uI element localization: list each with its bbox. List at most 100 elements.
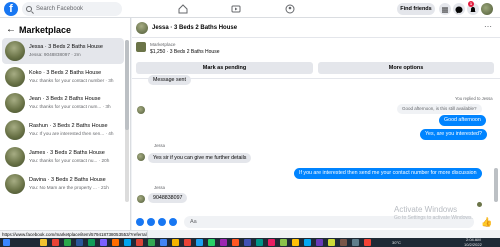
menu-icon[interactable] [439, 3, 451, 15]
sidebar-scrollbar-thumb[interactable] [125, 40, 129, 130]
thread-preview: You: thanks for your contact number · 3h [29, 78, 114, 83]
app-icon[interactable] [148, 239, 155, 246]
sender-avatar [137, 153, 145, 161]
excel-icon[interactable] [64, 239, 71, 246]
groups-icon[interactable] [284, 3, 296, 15]
replied-label: You replied to Jessa [455, 96, 493, 101]
listing-thumbnail [5, 67, 25, 87]
listing-thumbnail [5, 41, 25, 61]
thread-name: Koko · 3 Beds 2 Baths House [29, 70, 102, 76]
mark-as-pending-button[interactable]: Mark as pending [136, 62, 313, 74]
listing-thumbnail [5, 120, 25, 140]
sender-avatar [137, 106, 145, 114]
chat-header: Jessa · 3 Beds 2 Baths House ⋯ [132, 18, 500, 38]
status-url-bar: https://www.facebook.com/marketplace/ite… [0, 230, 148, 238]
sidebar-header: ← Marketplace [0, 20, 131, 38]
message-bubble-incoming: Yes sir if you can give me further detai… [148, 153, 252, 163]
find-friends-button[interactable]: Find friends [397, 3, 435, 15]
message-bubble-incoming: 9048838097 [148, 193, 188, 203]
chat-scrollbar-thumb[interactable] [494, 168, 498, 202]
file-explorer-icon[interactable] [40, 239, 47, 246]
app-icon[interactable] [352, 239, 359, 246]
app-icon[interactable] [232, 239, 239, 246]
app-icon[interactable] [100, 239, 107, 246]
message-bubble-outgoing: Yes, are you interested? [420, 129, 487, 140]
activate-windows-subtitle: Go to Settings to activate Windows. [394, 215, 473, 221]
thread-item-jessa[interactable]: Jessa · 3 Beds 2 Baths House Jessa: 9048… [2, 38, 124, 64]
thread-item-jean[interactable]: Jean · 3 Beds 2 Baths House You: thanks … [2, 90, 124, 116]
app-icon[interactable] [268, 239, 275, 246]
top-navigation-bar: f Search Facebook Find friends 1 [0, 0, 500, 18]
thread-item-koko[interactable]: Koko · 3 Beds 2 Baths House You: thanks … [2, 64, 124, 90]
app-icon[interactable] [220, 239, 227, 246]
windows-taskbar: 30°C 2:04 AM 10/2/2022 [0, 238, 500, 247]
word-icon[interactable] [76, 239, 83, 246]
thread-preview: You: thanks for your contact nu... · 20h [29, 158, 110, 163]
thread-preview: You: If you are interested then sen... ·… [29, 131, 114, 136]
thread-item-james[interactable]: James · 3 Beds 2 Baths House You: thanks… [2, 144, 124, 170]
listing-thumbnail [5, 147, 25, 167]
thread-name: Rashun · 3 Beds 2 Baths House [29, 123, 108, 129]
seen-indicator [477, 202, 482, 207]
listing-summary: Marketplace $1,250 · 3 Beds 2 Baths Hous… [132, 39, 500, 79]
thread-item-davina[interactable]: Davina · 3 Beds 2 Baths House You: No Ma… [2, 171, 124, 197]
watch-icon[interactable] [230, 3, 242, 15]
thread-preview: You: thanks for your contact num... · 3h [29, 104, 111, 109]
temperature-readout[interactable]: 30°C [392, 241, 401, 245]
sheets-icon[interactable] [88, 239, 95, 246]
listing-label: Marketplace [150, 42, 176, 47]
activate-windows-title: Activate Windows [394, 205, 458, 214]
sender-name: Jessa [154, 143, 165, 148]
listing-price: $1,250 · 3 Beds 2 Baths House [150, 49, 220, 55]
thread-preview: Jessa: 9048838097 · 2m [29, 52, 81, 57]
app-icon[interactable] [208, 239, 215, 246]
chat-title[interactable]: Jessa · 3 Beds 2 Baths House [152, 25, 237, 31]
listing-thumbnail [5, 93, 25, 113]
app-icon[interactable] [172, 239, 179, 246]
plus-icon[interactable] [136, 218, 144, 226]
app-icon[interactable] [328, 239, 335, 246]
more-options-button[interactable]: More options [318, 62, 494, 74]
app-icon[interactable] [292, 239, 299, 246]
notification-badge: 1 [468, 1, 474, 7]
home-icon[interactable] [177, 3, 189, 15]
search-input[interactable]: Search Facebook [22, 2, 122, 16]
thumbs-up-icon[interactable]: 👍 [481, 217, 492, 228]
camera-icon[interactable] [147, 218, 155, 226]
app-icon[interactable] [196, 239, 203, 246]
app-icon[interactable] [112, 239, 119, 246]
sticker-icon[interactable] [158, 218, 166, 226]
app-icon[interactable] [244, 239, 251, 246]
start-icon[interactable] [3, 239, 10, 246]
app-icon[interactable] [136, 239, 143, 246]
search-placeholder: Search Facebook [36, 6, 84, 12]
chrome-icon[interactable] [52, 239, 59, 246]
messenger-icon[interactable] [453, 3, 465, 15]
app-icon[interactable] [160, 239, 167, 246]
app-icon[interactable] [256, 239, 263, 246]
facebook-logo[interactable]: f [4, 2, 18, 16]
app-icon[interactable] [304, 239, 311, 246]
message-bubble-outgoing: If you are interested then send me your … [294, 168, 482, 179]
thread-item-rashun[interactable]: Rashun · 3 Beds 2 Baths House You: If yo… [2, 117, 124, 143]
chat-listing-avatar [136, 22, 148, 34]
marketplace-sidebar: ← Marketplace Jessa · 3 Beds 2 Baths Hou… [0, 18, 131, 230]
sender-avatar [137, 195, 145, 203]
gif-icon[interactable] [169, 218, 177, 226]
search-icon [26, 6, 32, 12]
profile-avatar[interactable] [481, 3, 493, 15]
message-bubble-outgoing: Good afternoon [439, 115, 486, 126]
app-icon[interactable] [124, 239, 131, 246]
app-icon[interactable] [280, 239, 287, 246]
app-icon[interactable] [316, 239, 323, 246]
listing-thumbnail [5, 174, 25, 194]
app-icon[interactable] [364, 239, 371, 246]
sender-name: Jessa [154, 185, 165, 190]
app-icon[interactable] [340, 239, 347, 246]
thread-name: Jessa · 3 Beds 2 Baths House [29, 44, 103, 50]
thread-name: James · 3 Beds 2 Baths House [29, 150, 105, 156]
back-arrow-icon[interactable]: ← [6, 24, 16, 35]
app-icon[interactable] [184, 239, 191, 246]
clock-date[interactable]: 10/2/2022 [464, 243, 482, 247]
more-dots-icon[interactable]: ⋯ [484, 22, 492, 31]
